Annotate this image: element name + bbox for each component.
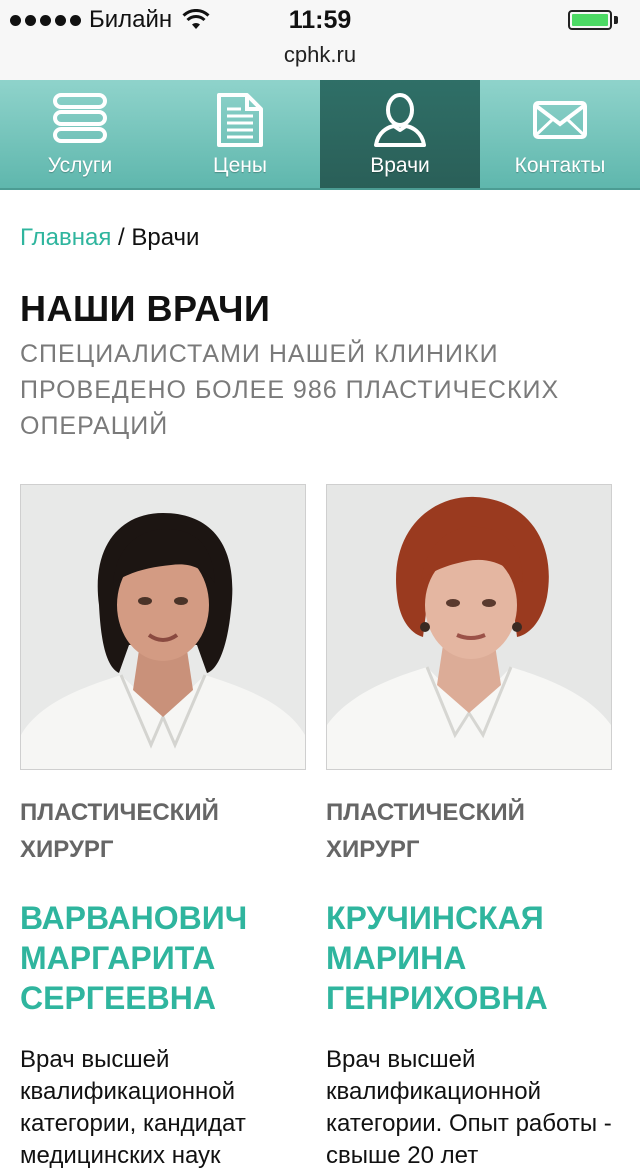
doctor-role: ПЛАСТИЧЕСКИЙ ХИРУРГ [326,799,525,863]
nav-item-label: Цены [213,154,267,177]
breadcrumb-home-link[interactable]: Главная [20,224,111,251]
doctor-photo[interactable] [326,484,612,770]
list-icon [53,93,107,143]
breadcrumb: Главная / Врачи [20,224,199,252]
nav-item-doctors[interactable]: Врачи [320,80,480,188]
doctor-card[interactable]: ПЛАСТИЧЕСКИЙ ХИРУРГ ВАРВАНОВИЧ МАРГАРИТА… [20,484,308,1172]
nav-item-contacts[interactable]: Контакты [480,80,640,188]
doctor-role: ПЛАСТИЧЕСКИЙ ХИРУРГ [20,799,219,863]
status-bar: Билайн 11:59 [0,0,640,40]
nav-item-label: Контакты [514,154,606,177]
nav-item-label: Услуги [47,154,113,177]
envelope-icon [533,101,587,139]
doctor-name[interactable]: КРУЧИНСКАЯ МАРИНА ГЕНРИХОВНА [326,898,614,1018]
doctor-description: Врач высшей квалификационной категории, … [20,1046,246,1169]
doctor-card[interactable]: ПЛАСТИЧЕСКИЙ ХИРУРГ КРУЧИНСКАЯ МАРИНА ГЕ… [326,484,614,1172]
nav-item-services[interactable]: Услуги [0,80,160,188]
doctor-description: Врач высшей квалификационной категории. … [326,1046,612,1169]
page-subtitle: СПЕЦИАЛИСТАМИ НАШЕЙ КЛИНИКИ ПРОВЕДЕНО БО… [20,340,560,440]
battery-icon [568,10,612,30]
address-bar[interactable]: cphk.ru [0,40,640,80]
main-navigation: Услуги Цены Врачи Контакты [0,80,640,190]
battery-tip [614,16,618,24]
page-title: НАШИ ВРАЧИ [20,288,271,329]
breadcrumb-separator: / [111,224,132,251]
nav-item-label: Врачи [370,154,430,177]
document-icon [217,93,263,147]
doctor-name[interactable]: ВАРВАНОВИЧ МАРГАРИТА СЕРГЕЕВНА [20,898,308,1018]
clock: 11:59 [288,6,352,34]
nav-item-prices[interactable]: Цены [160,80,320,188]
doctor-photo[interactable] [20,484,306,770]
user-icon [374,93,426,147]
breadcrumb-current: Врачи [131,224,200,251]
